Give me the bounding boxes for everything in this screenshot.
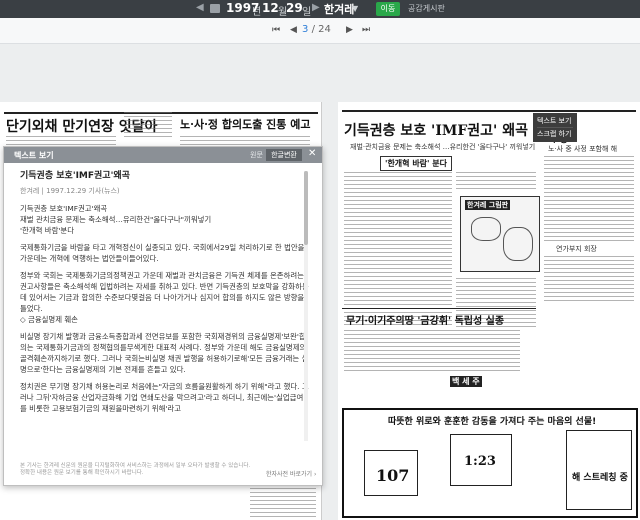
- advertisement[interactable]: 따뜻한 위로와 훈훈한 감동을 가져다 주는 마음의 선물! 107 1:23 …: [342, 408, 638, 518]
- newspaper-select[interactable]: 한겨레: [324, 1, 354, 17]
- modal-title: 텍스트 보기: [14, 151, 54, 160]
- current-page: 3: [302, 24, 309, 35]
- scrap-option[interactable]: 스크랩 하기: [537, 127, 573, 140]
- page-context-menu: 텍스트 보기 스크랩 하기: [533, 113, 577, 142]
- newspaper-page-right[interactable]: 기득권층 보호 'IMF권고' 왜곡 재벌·관치금융 문제는 축소해석 …유리한…: [338, 102, 640, 520]
- ad-side-text: 해 스트레칭 중: [572, 473, 628, 483]
- right-subhead: 재벌·관치금융 문제는 축소해석 …유리한건 '옳다구나' 끼워넣기: [350, 143, 536, 151]
- calendar-icon[interactable]: [210, 4, 220, 13]
- article-paragraph: 정부와 국회는 국제통화기금의정책권고 가운데 재벌과 관치금융은 기득권 체제…: [20, 271, 309, 313]
- article-paragraph: 정치권은 무기명 장기채 허용논리로 처음에는"자금의 흐름을원활하게 하기 위…: [20, 382, 309, 413]
- article-paragraph: 비실명 장기채 발행과 금융소득종합과세 전면유보를 포함한 국회재경위의 금융…: [20, 332, 309, 374]
- close-icon[interactable]: ✕: [308, 148, 316, 159]
- text-view-modal: 텍스트 보기 원문 한글변환 ✕ 기득권층 보호'IMF권고'왜곡 한겨레 | …: [3, 146, 323, 486]
- hanja-dictionary-link[interactable]: 한자사전 바로가기 ›: [266, 469, 316, 478]
- article-title: 기득권층 보호'IMF권고'왜곡: [20, 171, 130, 181]
- baekseju-label: 백 세 주: [450, 376, 482, 387]
- side-subhead: 노·사 중 사정 포함해 해: [548, 145, 618, 153]
- editorial-cartoon: 한겨레 그림판: [460, 196, 540, 272]
- board-link[interactable]: 공감게시판: [408, 3, 445, 14]
- page-navigation-bar: ⏮ ◀ 3 / 24 ▶ ⏭: [0, 18, 640, 44]
- ad-number: 107: [376, 466, 410, 485]
- year-unit: 년: [252, 7, 262, 18]
- footer-note: 정확한 내용은 원문 보기를 통해 확인하시기 바랍니다.: [20, 470, 144, 476]
- day-value[interactable]: 29: [286, 1, 303, 15]
- day-unit: 일: [302, 7, 312, 18]
- right-boxed-label: '한개혁 바람' 분다: [380, 156, 452, 171]
- total-pages: 24: [318, 24, 331, 35]
- prev-date-arrow[interactable]: ◀: [196, 2, 204, 13]
- article-byline: 한겨레 | 1997.12.29 기사(뉴스): [20, 187, 120, 195]
- modal-scrollbar-thumb[interactable]: [304, 171, 308, 245]
- chevron-down-icon[interactable]: ▼: [352, 4, 358, 13]
- second-headline: 무기·이기주의땅 '금강휘' 독립성 실종: [346, 316, 505, 327]
- cartoon-caption: 한겨레 그림판: [465, 200, 511, 210]
- text-view-option[interactable]: 텍스트 보기: [537, 115, 573, 127]
- ad-number-2: 1:23: [464, 454, 496, 469]
- article-lead-2: 재벌 관치금융 문제는 축소해석…유리한건"옳다구나"끼워넣기: [20, 215, 212, 224]
- page-indicator: 3 / 24: [302, 24, 331, 35]
- ad-title: 따뜻한 위로와 훈훈한 감동을 가져다 주는 마음의 선물!: [388, 417, 597, 427]
- page-separator: /: [311, 24, 315, 35]
- move-button[interactable]: 이동: [376, 2, 400, 16]
- prev-page-icon[interactable]: ◀: [290, 25, 297, 35]
- corner-label: 연가부지 회장: [556, 245, 597, 253]
- footer-note: 본 기사는 한겨레 신문의 원문을 디지털화하여 서비스하는 과정에서 일부 오…: [20, 463, 251, 469]
- next-page-icon[interactable]: ▶: [346, 25, 353, 35]
- modal-header: 텍스트 보기 원문 한글변환 ✕: [4, 147, 322, 163]
- article-lead-3: '한개혁 바람'분다: [20, 226, 75, 235]
- month-value[interactable]: 12: [262, 1, 279, 15]
- right-headline[interactable]: 기득권층 보호 'IMF권고' 왜곡: [344, 120, 528, 140]
- date-navigation-bar: ◀ 1997 년 12 월 29 일 ▶ 한겨레 ▼ 이동 공감게시판: [0, 0, 640, 18]
- article-lead-1: 기득권층 보호'IMF권고'왜곡: [20, 204, 108, 213]
- article-section-title: ◇ 금융실명제 훼손: [20, 315, 78, 324]
- hanja-convert-button[interactable]: 한글변환: [266, 149, 302, 161]
- original-link[interactable]: 원문: [250, 150, 263, 160]
- article-paragraph: 국제통화기금을 바람을 타고 개혁정신이 실종되고 있다. 국회에서29일 처리…: [20, 243, 305, 263]
- next-date-arrow[interactable]: ▶: [312, 2, 320, 13]
- modal-footer-notes: 본 기사는 한겨레 신문의 원문을 디지털화하여 서비스하는 과정에서 일부 오…: [20, 463, 306, 477]
- article-body: 기득권층 보호'IMF권고'왜곡 한겨레 | 1997.12.29 기사(뉴스)…: [20, 171, 310, 414]
- last-page-icon[interactable]: ⏭: [362, 25, 370, 35]
- left-headline-2: 노·사·정 합의도출 진통 예고: [180, 118, 311, 131]
- first-page-icon[interactable]: ⏮: [272, 25, 280, 35]
